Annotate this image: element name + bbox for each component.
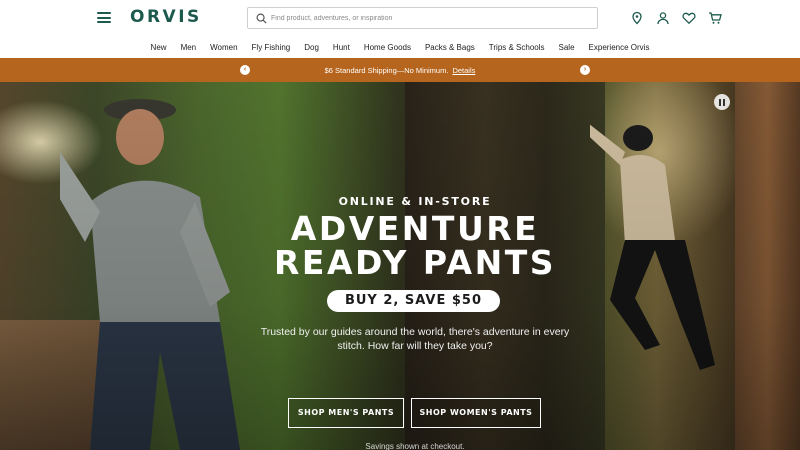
nav-item-trips-schools[interactable]: Trips & Schools <box>482 43 552 52</box>
nav-item-women[interactable]: Women <box>203 43 244 52</box>
nav-item-men[interactable]: Men <box>174 43 204 52</box>
nav-item-experience-orvis[interactable]: Experience Orvis <box>582 43 657 52</box>
search-bar[interactable] <box>247 7 598 29</box>
search-input[interactable] <box>271 14 591 22</box>
promo-text: $6 Standard Shipping—No Minimum. <box>324 65 449 75</box>
menu-icon[interactable] <box>97 12 111 23</box>
cart-icon[interactable] <box>708 11 722 25</box>
nav-item-home-goods[interactable]: Home Goods <box>357 43 418 52</box>
account-icon[interactable] <box>656 11 670 25</box>
hero-headline-line2: READY PANTS <box>274 243 556 282</box>
hero-eyebrow: ONLINE & IN-STORE <box>338 195 492 208</box>
offer-badge: BUY 2, SAVE $50 <box>327 290 500 312</box>
hero-content: ONLINE & IN-STORE ADVENTURE READY PANTS … <box>0 82 800 450</box>
site-header: ORVIS <box>0 0 800 36</box>
nav-item-fly-fishing[interactable]: Fly Fishing <box>245 43 298 52</box>
search-icon <box>256 13 267 24</box>
promo-banner: ‹ $6 Standard Shipping—No Minimum. Detai… <box>0 58 800 82</box>
hero-headline-line1: ADVENTURE <box>290 209 540 248</box>
hero-headline: ADVENTURE READY PANTS <box>0 212 800 280</box>
hero-banner: ONLINE & IN-STORE ADVENTURE READY PANTS … <box>0 82 800 450</box>
nav-item-packs-bags[interactable]: Packs & Bags <box>418 43 482 52</box>
hero-description: Trusted by our guides around the world, … <box>260 326 570 352</box>
promo-next-arrow-icon[interactable]: › <box>580 65 590 75</box>
promo-prev-arrow-icon[interactable]: ‹ <box>240 65 250 75</box>
nav-item-sale[interactable]: Sale <box>552 43 582 52</box>
orvis-logo[interactable]: ORVIS <box>130 7 202 27</box>
nav-item-hunt[interactable]: Hunt <box>326 43 357 52</box>
promo-details-link[interactable]: Details <box>452 66 475 75</box>
nav-item-dog[interactable]: Dog <box>297 43 326 52</box>
main-nav: New Men Women Fly Fishing Dog Hunt Home … <box>0 36 800 58</box>
shop-mens-pants-button[interactable]: SHOP MEN'S PANTS <box>288 398 404 428</box>
location-pin-icon[interactable] <box>630 11 644 25</box>
heart-icon[interactable] <box>682 11 696 25</box>
shop-womens-pants-button[interactable]: SHOP WOMEN'S PANTS <box>411 398 541 428</box>
hero-fine-print: Savings shown at checkout. <box>365 442 465 450</box>
nav-item-new[interactable]: New <box>144 43 174 52</box>
